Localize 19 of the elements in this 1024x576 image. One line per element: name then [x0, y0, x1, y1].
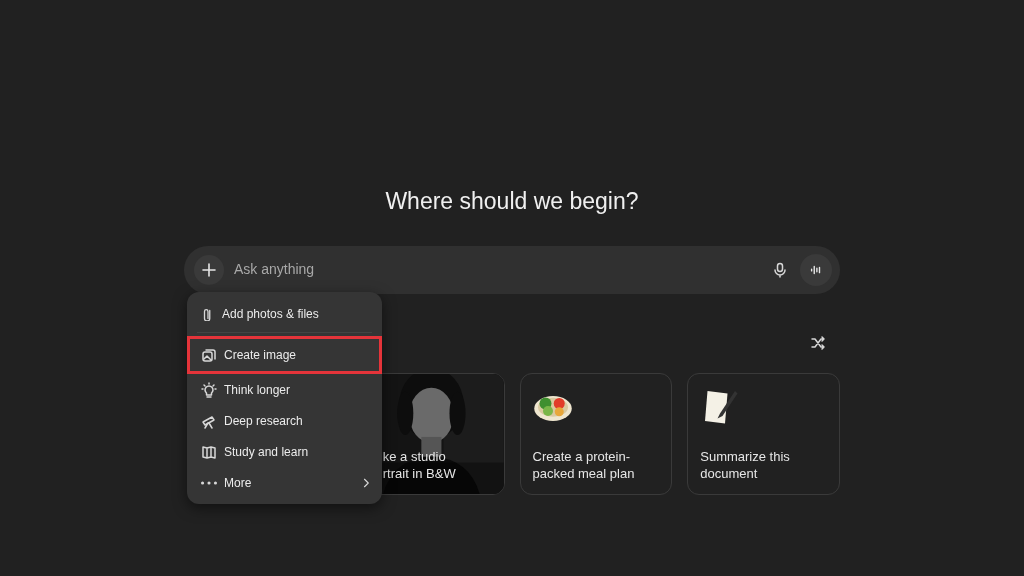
book-icon — [201, 443, 217, 460]
images-icon — [201, 347, 217, 363]
message-field[interactable]: Ask anything — [184, 245, 840, 294]
message-input[interactable]: Ask anything — [232, 258, 760, 282]
voice-button[interactable] — [800, 253, 832, 286]
page-heading: Where should we begin? — [384, 188, 640, 216]
suggestion-card[interactable]: Create a protein- packed meal plan — [519, 372, 673, 495]
suggestion-text: ke a studio rtrait in B&W — [381, 447, 457, 482]
more-icon — [201, 480, 217, 485]
plus-icon — [201, 261, 217, 278]
suggestion-text: Create a protein- packed meal plan — [532, 447, 636, 482]
microphone-icon — [772, 261, 788, 278]
suggestion-text: Summarize this document — [700, 447, 791, 482]
add-button[interactable] — [194, 254, 224, 285]
menu-item[interactable]: Add photos & files — [187, 298, 382, 329]
menu-item[interactable]: Create image — [187, 336, 382, 374]
suggestion-card[interactable]: Summarize this document — [687, 372, 840, 495]
shuffle-icon — [810, 334, 826, 351]
lightbulb-icon — [201, 381, 217, 398]
